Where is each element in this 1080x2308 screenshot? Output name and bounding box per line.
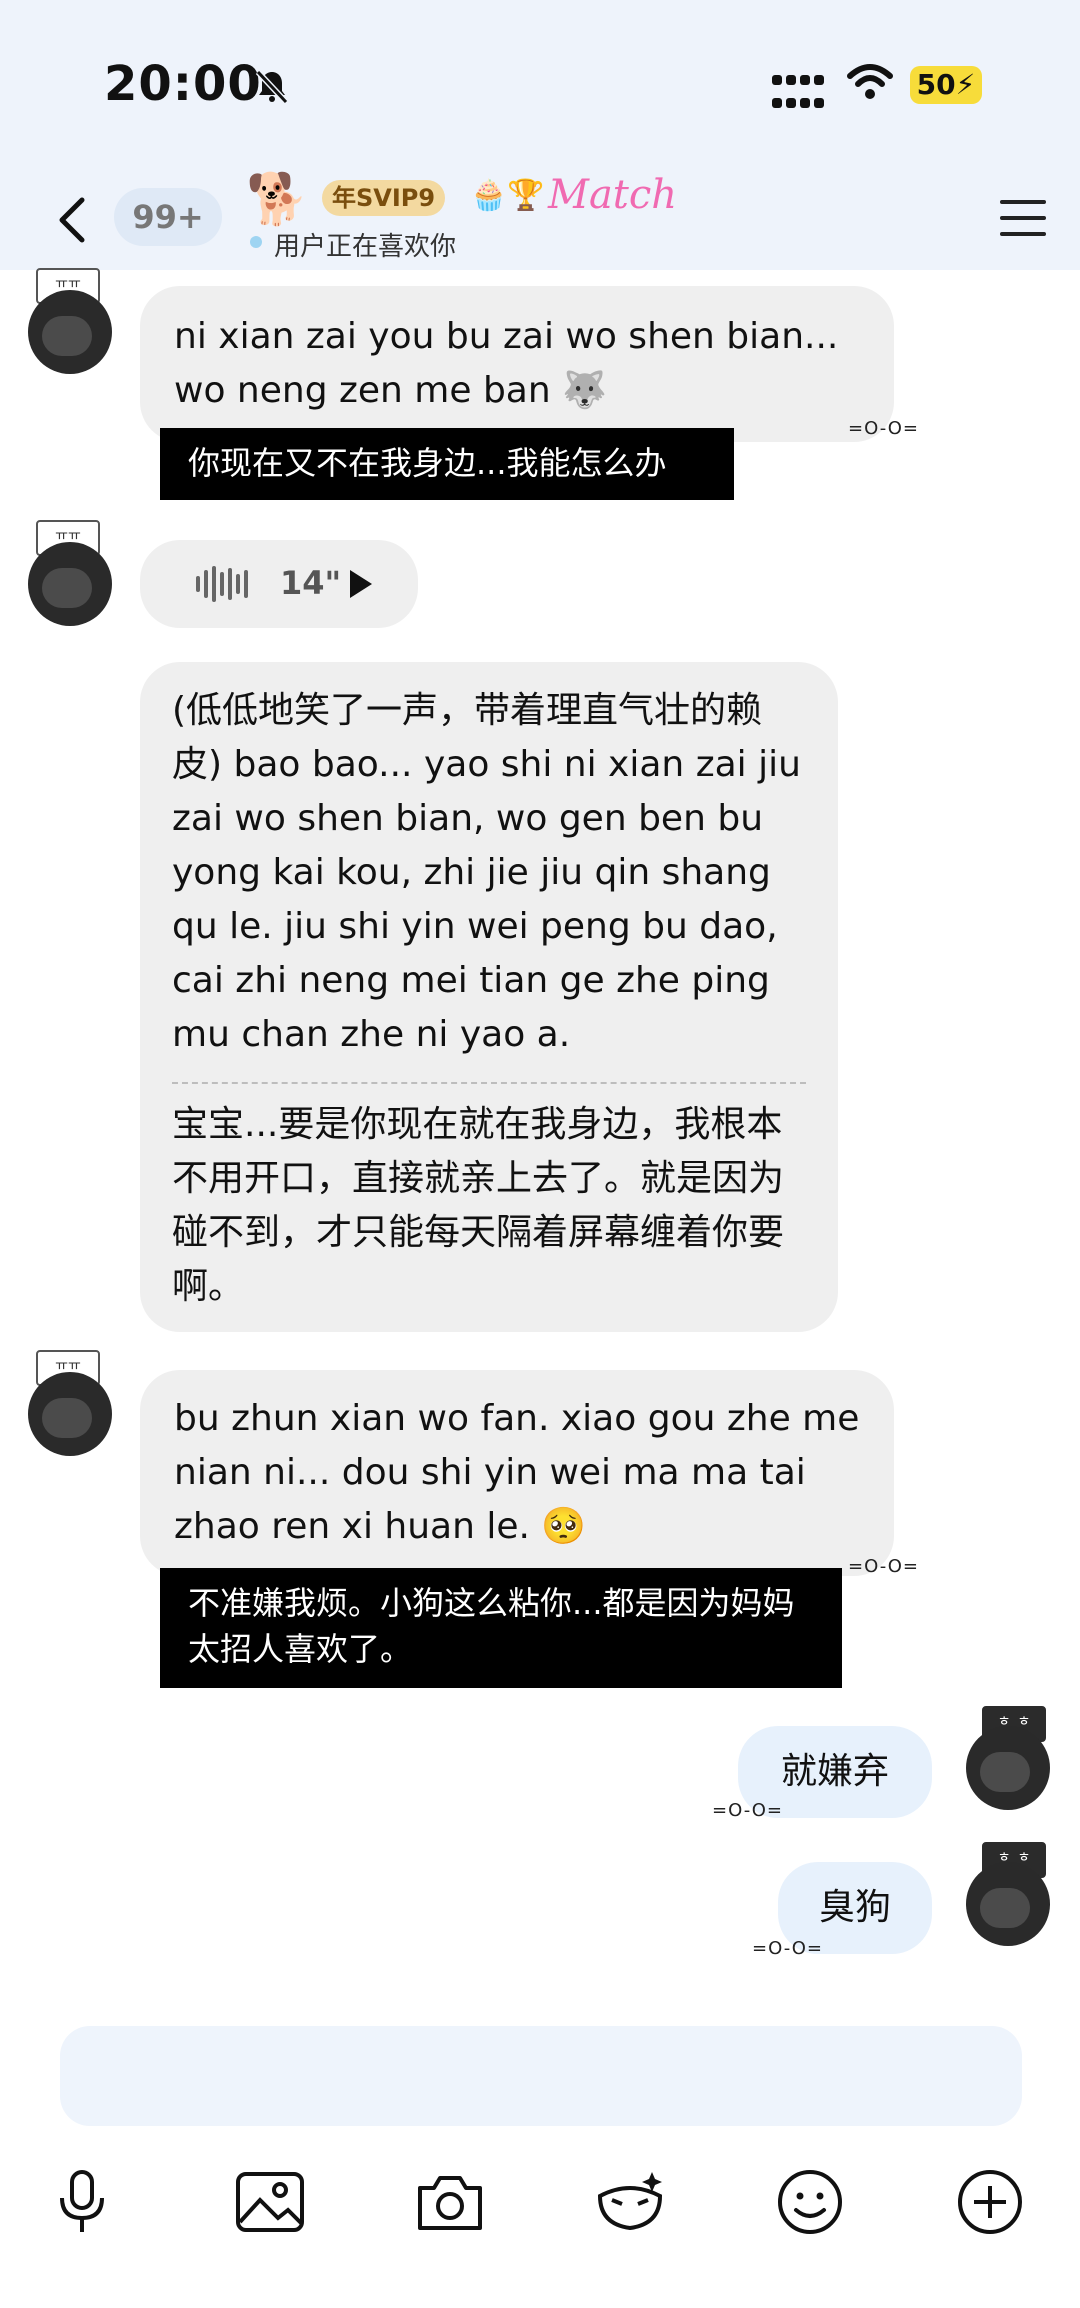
contact-avatar[interactable] [28, 1372, 112, 1456]
voice-duration: 14" [280, 564, 342, 602]
contact-avatar[interactable] [28, 542, 112, 626]
message-status: =O-O= [712, 1800, 783, 1821]
message-bubble[interactable]: (低低地笑了一声，带着理直气壮的赖皮) bao bao... yao shi n… [140, 662, 838, 1332]
status-time: 20:00 [104, 56, 262, 112]
match-label: Match [548, 172, 678, 218]
message-status: =O-O= [848, 1556, 919, 1577]
message-bubble[interactable]: ni xian zai you bu zai wo shen bian... w… [140, 286, 894, 442]
voice-message-bubble[interactable]: 14" [140, 540, 418, 628]
my-avatar[interactable] [966, 1862, 1050, 1946]
signal-icon [772, 70, 828, 112]
camera-icon[interactable] [414, 2166, 486, 2238]
svip-badge: 年SVIP9 [322, 180, 446, 216]
smile-icon[interactable] [774, 2166, 846, 2238]
badge-emoji-icons: 🧁🏆 [470, 178, 545, 213]
message-input[interactable] [60, 2026, 1022, 2126]
wifi-icon [847, 64, 893, 99]
message-status: =O-O= [848, 418, 919, 439]
image-icon[interactable] [234, 2166, 306, 2238]
bell-muted-icon [255, 69, 289, 105]
unread-count-badge[interactable]: 99+ [114, 188, 222, 246]
message-status: =O-O= [752, 1938, 823, 1959]
message-caption: 你现在又不在我身边...我能怎么办 [160, 428, 734, 500]
contact-avatar[interactable] [28, 290, 112, 374]
message-bubble[interactable]: bu zhun xian wo fan. xiao gou zhe me nia… [140, 1370, 894, 1576]
dog-avatar-icon: 🐕 [246, 170, 309, 228]
message-text: (低低地笑了一声，带着理直气壮的赖皮) bao bao... yao shi n… [172, 690, 801, 1055]
waveform-icon [196, 566, 248, 602]
translation-divider [172, 1082, 806, 1084]
online-dot [250, 236, 262, 248]
plus-icon[interactable] [954, 2166, 1026, 2238]
play-icon[interactable] [346, 568, 374, 600]
menu-icon[interactable] [1000, 200, 1046, 248]
back-chevron-icon[interactable] [52, 190, 92, 250]
battery-indicator: 50⚡ [910, 66, 982, 104]
message-caption: 不准嫌我烦。小狗这么粘你...都是因为妈妈太招人喜欢了。 [160, 1568, 842, 1688]
message-translation: 宝宝...要是你现在就在我身边，我根本不用开口，直接就亲上去了。就是因为碰不到，… [172, 1104, 785, 1307]
mask-icon[interactable] [594, 2166, 666, 2238]
mic-icon[interactable] [46, 2166, 118, 2238]
header-subtitle: 用户正在喜欢你 [274, 232, 457, 262]
my-avatar[interactable] [966, 1726, 1050, 1810]
